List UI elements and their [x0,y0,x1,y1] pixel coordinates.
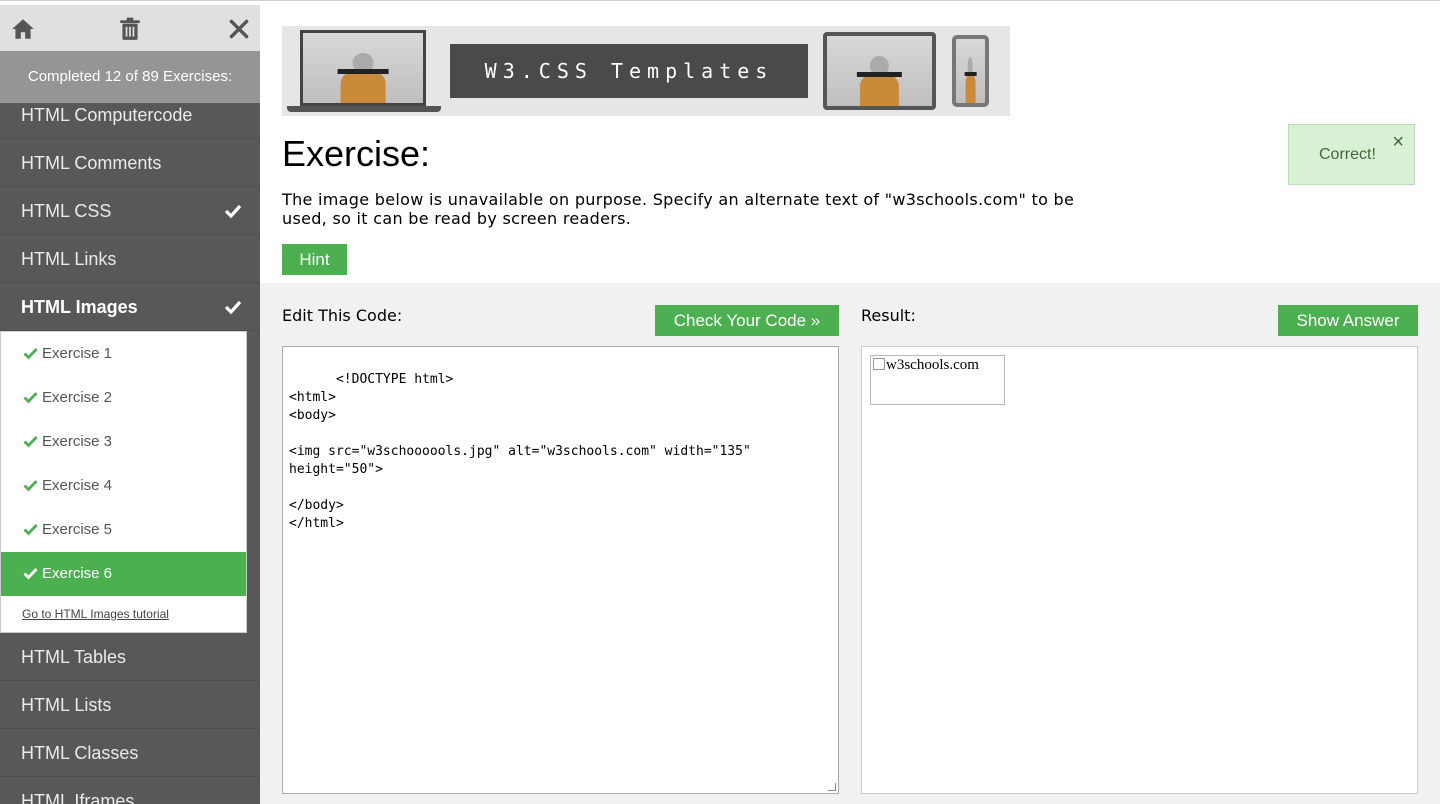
broken-image: w3schools.com [870,355,1005,405]
sidebar-item-label: HTML Tables [21,647,127,667]
sidebar-item-label: HTML Iframes [21,791,135,804]
exercise-description: The image below is unavailable on purpos… [282,190,1075,228]
tutorial-link[interactable]: Go to HTML Images tutorial [1,596,246,632]
chapter-list: HTML Computercode HTML Comments HTML CSS… [0,91,260,804]
correct-alert: Correct! × [1288,124,1415,185]
sidebar-item-label: HTML Links [21,249,117,269]
alert-message: Correct! [1319,146,1376,163]
code-editor[interactable]: <!DOCTYPE html> <html> <body> <img src="… [282,346,839,794]
check-icon [224,300,242,315]
result-frame: w3schools.com [861,346,1418,794]
sidebar-toolbar [0,5,260,51]
exercise-workspace: Edit This Code: Check Your Code » Result… [260,283,1440,804]
broken-image-icon [873,358,885,370]
exercise-label: Exercise 5 [42,521,113,538]
sidebar-item-label: HTML Classes [21,743,139,763]
laptop-illustration [300,30,426,106]
sidebar-item-html-classes[interactable]: HTML Classes [0,729,260,777]
sidebar-item-html-css[interactable]: HTML CSS [0,187,260,235]
check-icon [23,568,38,580]
check-icon [23,480,38,492]
close-icon[interactable] [226,16,252,42]
sidebar-item-label: HTML Comments [21,153,162,173]
sidebar-item-html-tables[interactable]: HTML Tables [0,633,260,681]
exercise-item-5[interactable]: Exercise 5 [1,508,246,552]
show-answer-button[interactable]: Show Answer [1278,305,1418,336]
exercise-label: Exercise 3 [42,433,113,450]
exercise-label: Exercise 1 [42,345,113,362]
home-icon[interactable] [10,16,36,42]
exercise-item-2[interactable]: Exercise 2 [1,376,246,420]
exercise-item-6[interactable]: Exercise 6 [1,552,246,596]
exercise-label: Exercise 2 [42,389,113,406]
sidebar-item-html-iframes[interactable]: HTML Iframes [0,777,260,804]
hint-button[interactable]: Hint [282,244,347,275]
exercise-item-4[interactable]: Exercise 4 [1,464,246,508]
sidebar-item-html-computercode[interactable]: HTML Computercode [0,91,260,139]
image-alt-text: w3schools.com [886,357,979,373]
exercise-sidebar: Completed 12 of 89 Exercises: HTML Compu… [0,5,260,804]
code-text: <!DOCTYPE html> <html> <body> <img src="… [289,372,751,531]
sidebar-item-html-images[interactable]: HTML Images [0,283,260,331]
laptop-base [287,106,441,112]
check-icon [23,436,38,448]
exercise-label: Exercise 4 [42,477,113,494]
phone-illustration [952,35,989,107]
sidebar-item-html-links[interactable]: HTML Links [0,235,260,283]
check-icon [23,524,38,536]
sidebar-item-label: HTML Computercode [21,105,193,125]
check-icon [23,348,38,360]
exercise-label: Exercise 6 [42,565,113,582]
person-illustration [856,55,902,106]
person-illustration [337,52,390,103]
check-code-button[interactable]: Check Your Code » [655,305,839,336]
exercise-item-1[interactable]: Exercise 1 [1,332,246,376]
banner-title: W3.CSS Templates [450,44,808,98]
main-content: W3.CSS Templates Exercise: The image bel… [260,5,1440,804]
sidebar-item-html-comments[interactable]: HTML Comments [0,139,260,187]
check-icon [224,204,242,219]
edit-code-label: Edit This Code: [282,306,403,325]
tablet-illustration [823,32,936,110]
trash-icon[interactable] [117,16,143,42]
ad-banner[interactable]: W3.CSS Templates [282,26,1010,116]
page-title: Exercise: [282,133,431,174]
sidebar-item-label: HTML Images [21,297,138,317]
sidebar-item-html-lists[interactable]: HTML Lists [0,681,260,729]
check-icon [23,392,38,404]
result-label: Result: [861,306,916,325]
sidebar-item-label: HTML Lists [21,695,112,715]
person-illustration [964,56,977,103]
sidebar-item-label: HTML CSS [21,201,112,221]
close-icon[interactable]: × [1392,131,1404,154]
exercise-sublist: Exercise 1 Exercise 2 Exercise 3 Exercis… [0,331,247,633]
exercise-item-3[interactable]: Exercise 3 [1,420,246,464]
resize-handle[interactable] [828,783,836,791]
